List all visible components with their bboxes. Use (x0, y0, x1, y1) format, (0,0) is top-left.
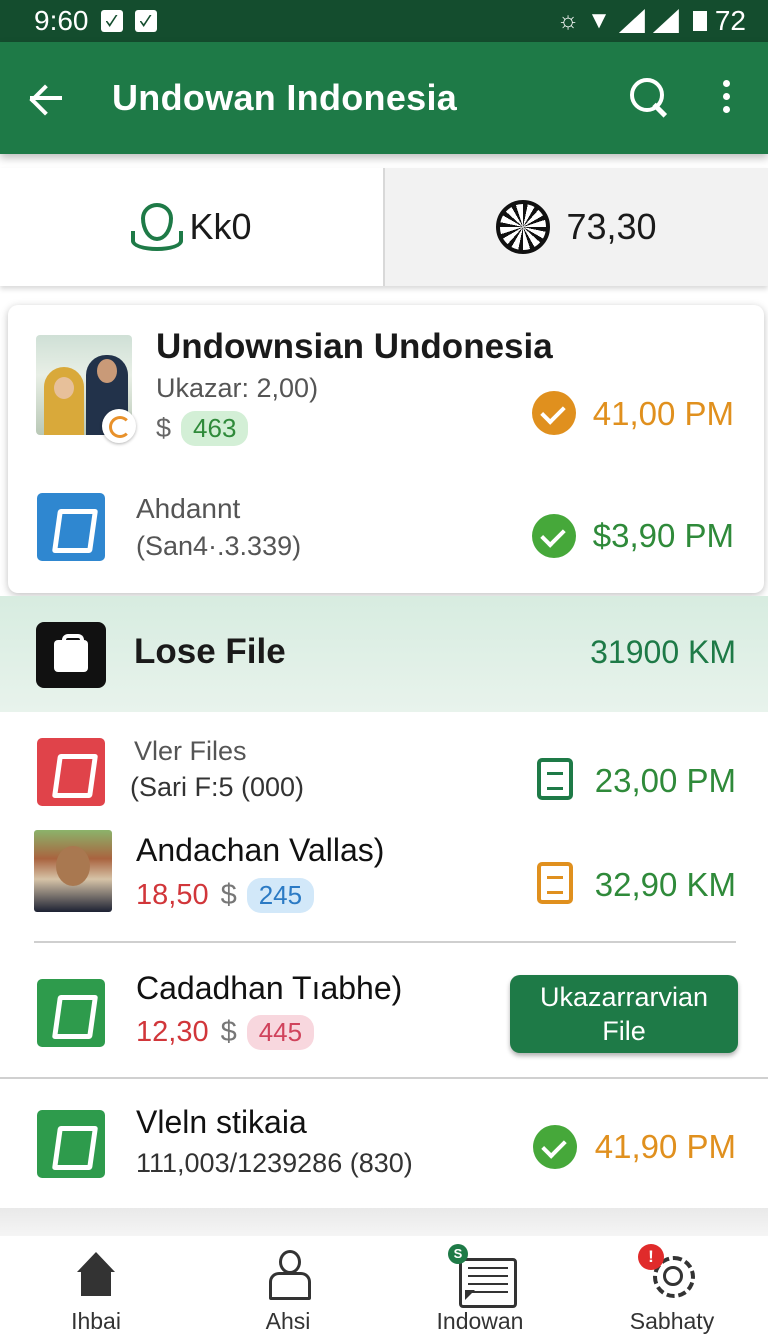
lose-file-row[interactable]: Lose File 31900 KM (0, 596, 768, 712)
wheel-icon (496, 200, 551, 254)
bottom-nav: Ihbai Ahsi S Indowan ! Sabhaty (0, 1236, 768, 1344)
signal-icon (618, 9, 645, 33)
lose-file-label: Lose File (134, 632, 286, 671)
nav-label: Ihbai (71, 1308, 121, 1334)
nav-label: Sabhaty (629, 1308, 715, 1334)
check-circle-icon (533, 1125, 577, 1169)
nav-badge: S (448, 1244, 468, 1264)
card-title: Undownsian Undonesia (156, 327, 553, 366)
status-right: ☼ ▼ 72 (557, 5, 746, 37)
battery-level: 72 (714, 5, 746, 36)
battery-icon (692, 11, 707, 31)
currency-symbol: $ (156, 413, 172, 443)
contact-card[interactable]: Undownsian Undonesia Ukazar: 2,00) $ 463… (8, 305, 764, 593)
home-icon (73, 1250, 119, 1298)
list-item-time: 41,90 PM (594, 1128, 736, 1165)
open-file-button[interactable]: Ukazarrarvian File (510, 975, 738, 1053)
briefcase-icon (36, 622, 106, 688)
status-time: 9:60 (34, 5, 89, 36)
wifi-icon: ▼ (587, 7, 611, 34)
app-icon-green (37, 979, 105, 1047)
currency-symbol: $ (220, 1016, 237, 1048)
nav-label: Indowan (436, 1308, 524, 1334)
list-item-price: 18,50 $ 245 (136, 878, 315, 913)
avatar (34, 830, 112, 912)
check-circle-icon (532, 514, 576, 558)
divider (0, 1077, 768, 1079)
app-title: Undowan Indonesia (112, 77, 458, 118)
card-time: 41,00 PM (592, 395, 734, 432)
nav-badge: ! (638, 1244, 664, 1270)
nav-home[interactable]: Ihbai (0, 1236, 192, 1344)
list-item-subtitle: 111,003/1239286 (830) (136, 1148, 413, 1178)
count-badge: 245 (246, 878, 315, 913)
clipboard-icon (537, 758, 573, 800)
signal-icon-2 (652, 9, 679, 33)
notification-icon-2 (134, 10, 157, 32)
card-price: $ 463 (156, 411, 249, 446)
back-arrow-icon[interactable] (26, 78, 66, 118)
nav-profile[interactable]: Ahsi (192, 1236, 384, 1344)
sync-icon (102, 409, 136, 443)
summary-right-value: 73,30 (566, 206, 657, 247)
lose-file-value: 31900 KM (590, 634, 736, 670)
nav-messages[interactable]: S Indowan (384, 1236, 576, 1344)
clipboard-icon (537, 862, 573, 904)
divider (34, 941, 736, 943)
app-icon-blue (37, 493, 105, 561)
list-item-subtitle: (Sari F:5 (000) (130, 772, 305, 802)
list-edge (0, 1208, 768, 1236)
location-pin-icon (131, 201, 184, 253)
list-item-title: Vler Files (134, 736, 247, 766)
item-title: Ahdannt (136, 493, 241, 524)
item-subtitle: (San4·.3.339) (136, 531, 302, 561)
nav-label: Ahsi (265, 1308, 311, 1334)
summary-bar: Kk0 73,30 (0, 168, 768, 286)
list-item-price: 12,30 $ 445 (136, 1015, 315, 1050)
notification-icon (100, 10, 123, 32)
card-subtitle: Ukazar: 2,00) (156, 373, 319, 403)
search-icon[interactable] (630, 78, 668, 118)
item-time: $3,90 PM (592, 517, 734, 554)
app-bar: Undowan Indonesia (0, 42, 768, 154)
price-value: 12,30 (136, 1016, 209, 1048)
more-options-icon[interactable] (722, 80, 732, 116)
price-value: 18,50 (136, 879, 209, 911)
count-badge: 463 (181, 411, 249, 446)
person-icon (265, 1250, 311, 1300)
button-label-line2: File (602, 1016, 646, 1046)
button-label-line1: Ukazarrarvian (539, 982, 709, 1012)
summary-wheel[interactable]: 73,30 (383, 168, 768, 286)
list-item-time: 23,00 PM (594, 762, 736, 799)
list-item-time: 32,90 KM (594, 866, 736, 903)
currency-symbol: $ (220, 879, 237, 911)
status-bar: 9:60 ☼ ▼ 72 (0, 0, 768, 42)
summary-location[interactable]: Kk0 (0, 168, 383, 286)
count-badge: 445 (246, 1015, 315, 1050)
list-item-name: Andachan Vallas) (136, 832, 385, 868)
check-circle-icon (532, 391, 576, 435)
app-icon-green (37, 1110, 105, 1178)
alarm-icon: ☼ (557, 7, 580, 34)
nav-settings[interactable]: ! Sabhaty (576, 1236, 768, 1344)
list-item-name: Vleln stikaia (136, 1104, 307, 1140)
list-item-name: Cadadhan Tıabhe) (136, 970, 403, 1006)
summary-left-value: Kk0 (189, 206, 252, 247)
app-icon-red (37, 738, 105, 806)
